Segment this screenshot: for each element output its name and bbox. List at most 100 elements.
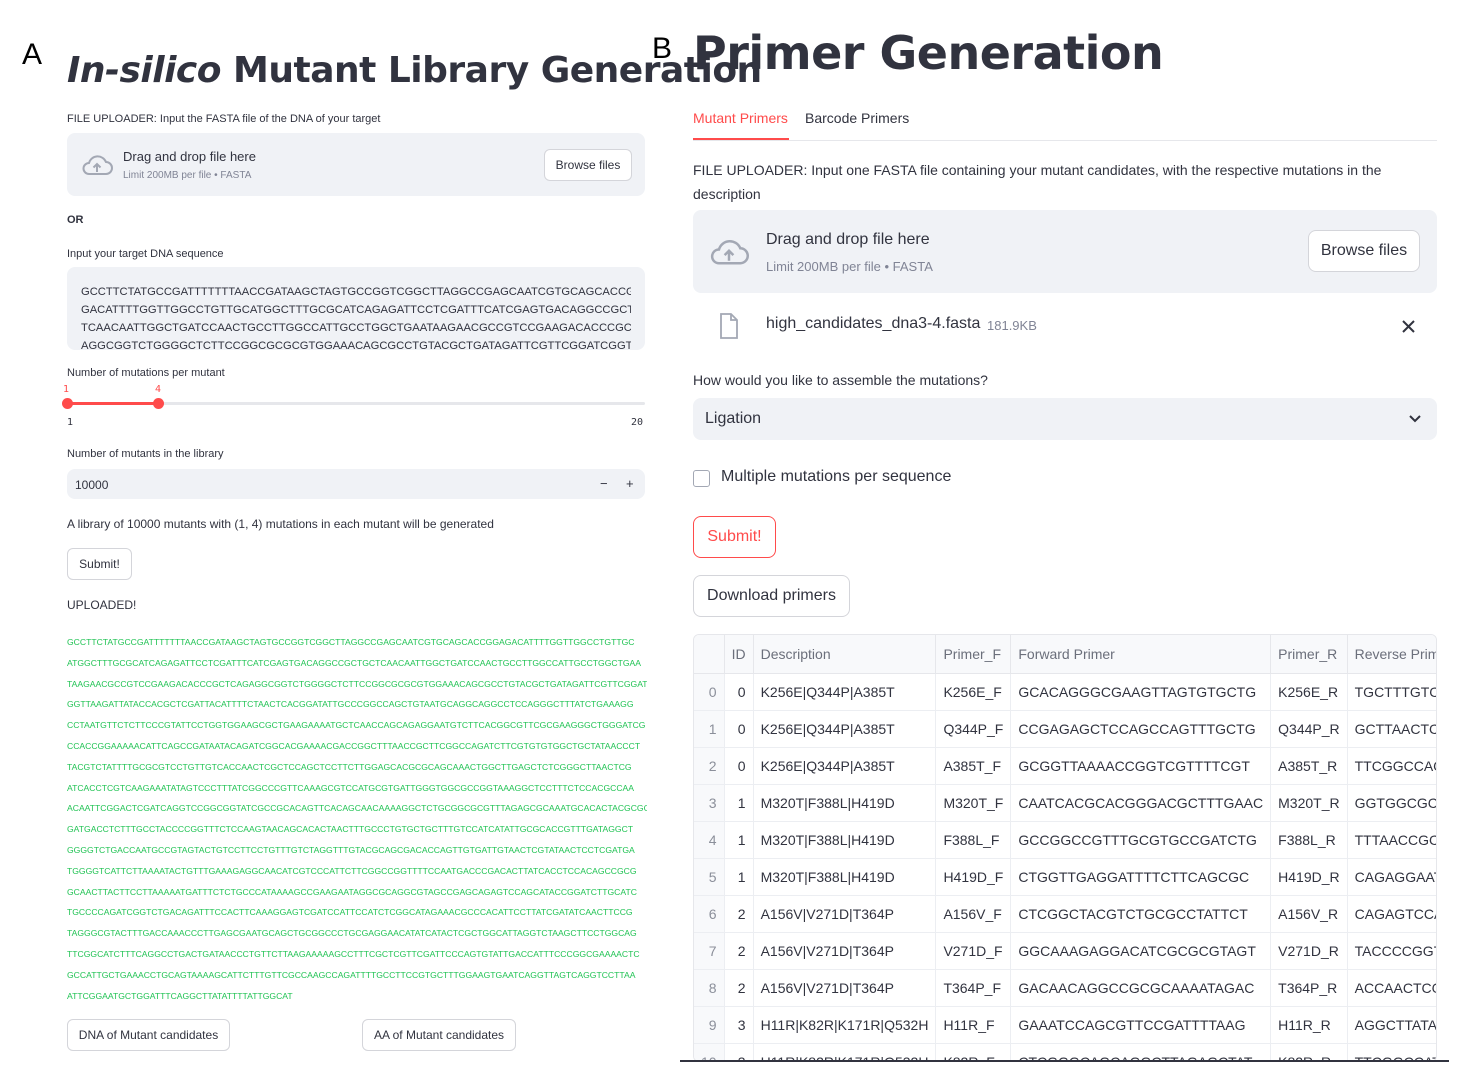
cell-primer-f[interactable]: A156V_F xyxy=(935,895,1012,933)
column-header-primer-f[interactable]: Primer_F xyxy=(935,635,1012,674)
dna-sequence-textarea[interactable]: GCCTTCTATGCCGATTTTTTTAACCGATAAGCTAGTGCCG… xyxy=(67,267,645,350)
cell-reverse-primer[interactable]: TACCCCGGTTTCTCCAAG xyxy=(1347,932,1436,970)
cell-reverse-primer[interactable]: CAGAGTCCAGCATACCGG xyxy=(1347,895,1436,933)
cell-primer-r[interactable]: H11R_R xyxy=(1270,1006,1348,1044)
cell-primer-f[interactable]: H419D_F xyxy=(935,858,1012,896)
cell-id[interactable]: 1 xyxy=(724,858,754,896)
dna-mutant-candidates-button[interactable]: DNA of Mutant candidates xyxy=(67,1019,230,1051)
column-header-primer-r[interactable]: Primer_R xyxy=(1270,635,1348,674)
browse-files-button[interactable]: Browse files xyxy=(544,149,632,181)
cell-forward-primer[interactable]: CTGGTTGAGGATTTTCTTCAGCGC xyxy=(1010,858,1272,896)
row-index[interactable]: 7 xyxy=(694,932,725,970)
cell-description[interactable]: H11R|K82R|K171R|Q532H xyxy=(753,1006,937,1044)
column-header-index[interactable] xyxy=(694,635,725,674)
cell-forward-primer[interactable]: GGCAAAGAGGACATCGCGCGTAGT xyxy=(1010,932,1272,970)
cell-description[interactable]: A156V|V271D|T364P xyxy=(753,969,937,1007)
row-index[interactable]: 6 xyxy=(694,895,725,933)
cell-forward-primer[interactable]: GCACAGGGCGAAGTTAGTGTGCTG xyxy=(1010,673,1272,711)
increment-button[interactable]: + xyxy=(626,476,634,491)
cell-reverse-primer[interactable]: CAGAGGAATGTCTTCACG xyxy=(1347,858,1436,896)
cell-forward-primer[interactable]: GACAACAGGCCGCGCAAAATAGAC xyxy=(1010,969,1272,1007)
cell-primer-r[interactable]: M320T_R xyxy=(1270,784,1348,822)
multiple-mutations-checkbox[interactable] xyxy=(693,470,710,487)
cell-forward-primer[interactable]: CTCGGCTACGTCTGCGCCTATTCT xyxy=(1010,895,1272,933)
row-index[interactable]: 8 xyxy=(694,969,725,1007)
cell-forward-primer[interactable]: CAATCACGCACGGGACGCTTTGAAC xyxy=(1010,784,1272,822)
cell-id[interactable]: 0 xyxy=(724,673,754,711)
cell-id[interactable]: 2 xyxy=(724,895,754,933)
download-primers-button[interactable]: Download primers xyxy=(693,575,850,617)
mutants-number-input[interactable]: 10000 − + xyxy=(67,469,645,499)
cell-forward-primer[interactable]: GAAATCCAGCGTTCCGATTTTAAG xyxy=(1010,1006,1272,1044)
close-icon[interactable] xyxy=(1402,320,1415,333)
cell-description[interactable]: K256E|Q344P|A385T xyxy=(753,710,937,748)
column-header-id[interactable]: ID xyxy=(724,635,754,674)
cell-id[interactable]: 2 xyxy=(724,969,754,1007)
cell-description[interactable]: M320T|F388L|H419D xyxy=(753,784,937,822)
table-row[interactable]: 0 0 K256E|Q344P|A385T K256E_F GCACAGGGCGAAGT… xyxy=(694,673,1436,711)
aa-mutant-candidates-button[interactable]: AA of Mutant candidates xyxy=(362,1019,516,1051)
cell-primer-f[interactable]: H11R_F xyxy=(935,1006,1012,1044)
tab-barcode-primers[interactable]: Barcode Primers xyxy=(805,110,909,126)
cell-primer-r[interactable]: V271D_R xyxy=(1270,932,1348,970)
cell-primer-r[interactable]: K256E_R xyxy=(1270,673,1348,711)
row-index[interactable]: 1 xyxy=(694,710,725,748)
cell-id[interactable]: 1 xyxy=(724,821,754,859)
column-header-description[interactable]: Description xyxy=(753,635,937,674)
table-row[interactable]: 7 2 A156V|V271D|T364P V271D_F GGCAAAGAGGACAT… xyxy=(694,932,1436,970)
cell-id[interactable]: 2 xyxy=(724,932,754,970)
cell-description[interactable]: A156V|V271D|T364P xyxy=(753,932,937,970)
cell-id[interactable]: 0 xyxy=(724,710,754,748)
table-row[interactable]: 8 2 A156V|V271D|T364P T364P_F GACAACAGGCCGCG… xyxy=(694,969,1436,1007)
cell-forward-primer[interactable]: GCGGTTAAAACCGGTCGTTTTCGT xyxy=(1010,747,1272,785)
decrement-button[interactable]: − xyxy=(600,476,608,491)
slider-low-thumb[interactable] xyxy=(62,398,73,409)
table-row[interactable]: 4 1 M320T|F388L|H419D F388L_F GCCGGCCGTTTGCG… xyxy=(694,821,1436,859)
cell-primer-f[interactable]: V271D_F xyxy=(935,932,1012,970)
cell-primer-r[interactable]: A156V_R xyxy=(1270,895,1348,933)
cell-primer-r[interactable]: H419D_R xyxy=(1270,858,1348,896)
table-row[interactable]: 3 1 M320T|F388L|H419D M320T_F CAATCACGCACGGG… xyxy=(694,784,1436,822)
cell-reverse-primer[interactable]: GGTGGCGCCGGTAAAGGC xyxy=(1347,784,1436,822)
cell-primer-r[interactable]: F388L_R xyxy=(1270,821,1348,859)
row-index[interactable]: 9 xyxy=(694,1006,725,1044)
table-row[interactable]: 6 2 A156V|V271D|T364P A156V_F CTCGGCTACGTCTG… xyxy=(694,895,1436,933)
cell-description[interactable]: K256E|Q344P|A385T xyxy=(753,747,937,785)
cell-primer-f[interactable]: M320T_F xyxy=(935,784,1012,822)
cell-primer-f[interactable]: K256E_F xyxy=(935,673,1012,711)
cell-primer-f[interactable]: T364P_F xyxy=(935,969,1012,1007)
cell-id[interactable]: 0 xyxy=(724,747,754,785)
submit-button[interactable]: Submit! xyxy=(67,548,132,580)
column-header-reverse-primer[interactable]: Reverse Prim xyxy=(1347,635,1436,674)
column-header-forward-primer[interactable]: Forward Primer xyxy=(1010,635,1272,674)
cell-description[interactable]: A156V|V271D|T364P xyxy=(753,895,937,933)
cell-reverse-primer[interactable]: TGCTTTGTCCGCACTAAC xyxy=(1347,673,1436,711)
file-uploader[interactable]: Drag and drop file here Limit 200MB per … xyxy=(67,133,645,196)
cell-id[interactable]: 3 xyxy=(724,1006,754,1044)
cell-reverse-primer[interactable]: TTTAACCGCTTCGGCCAG xyxy=(1347,821,1436,859)
cell-description[interactable]: M320T|F388L|H419D xyxy=(753,858,937,896)
table-row[interactable]: 9 3 H11R|K82R|K171R|Q532H H11R_F GAAATCCAGCG… xyxy=(694,1006,1436,1044)
cell-primer-r[interactable]: T364P_R xyxy=(1270,969,1348,1007)
primers-table[interactable]: ID Description Primer_F Forward Primer P… xyxy=(693,634,1437,1062)
cell-primer-f[interactable]: F388L_F xyxy=(935,821,1012,859)
slider-high-thumb[interactable] xyxy=(153,398,164,409)
browse-files-button[interactable]: Browse files xyxy=(1308,230,1420,272)
table-row[interactable]: 2 0 K256E|Q344P|A385T A385T_F GCGGTTAAAACCGG… xyxy=(694,747,1436,785)
cell-reverse-primer[interactable]: AGGCTTATATTTTATTGG xyxy=(1347,1006,1436,1044)
table-row[interactable]: 1 0 K256E|Q344P|A385T Q344P_F CCGAGAGCTCCAGC… xyxy=(694,710,1436,748)
row-index[interactable]: 4 xyxy=(694,821,725,859)
cell-primer-f[interactable]: Q344P_F xyxy=(935,710,1012,748)
cell-reverse-primer[interactable]: ACCAACTCGCTCCAGCTC xyxy=(1347,969,1436,1007)
cell-reverse-primer[interactable]: GCTTAACTCGGCAGTAAC xyxy=(1347,710,1436,748)
cell-primer-f[interactable]: A385T_F xyxy=(935,747,1012,785)
cell-primer-r[interactable]: A385T_R xyxy=(1270,747,1348,785)
row-index[interactable]: 2 xyxy=(694,747,725,785)
cell-forward-primer[interactable]: GCCGGCCGTTTGCGTGCCGATCTG xyxy=(1010,821,1272,859)
table-row[interactable]: 5 1 M320T|F388L|H419D H419D_F CTGGTTGAGGATTT… xyxy=(694,858,1436,896)
tab-mutant-primers[interactable]: Mutant Primers xyxy=(693,110,788,126)
file-uploader[interactable]: Drag and drop file here Limit 200MB per … xyxy=(693,210,1437,293)
cell-description[interactable]: M320T|F388L|H419D xyxy=(753,821,937,859)
submit-button[interactable]: Submit! xyxy=(693,516,776,558)
cell-forward-primer[interactable]: CCGAGAGCTCCAGCCAGTTTGCTG xyxy=(1010,710,1272,748)
